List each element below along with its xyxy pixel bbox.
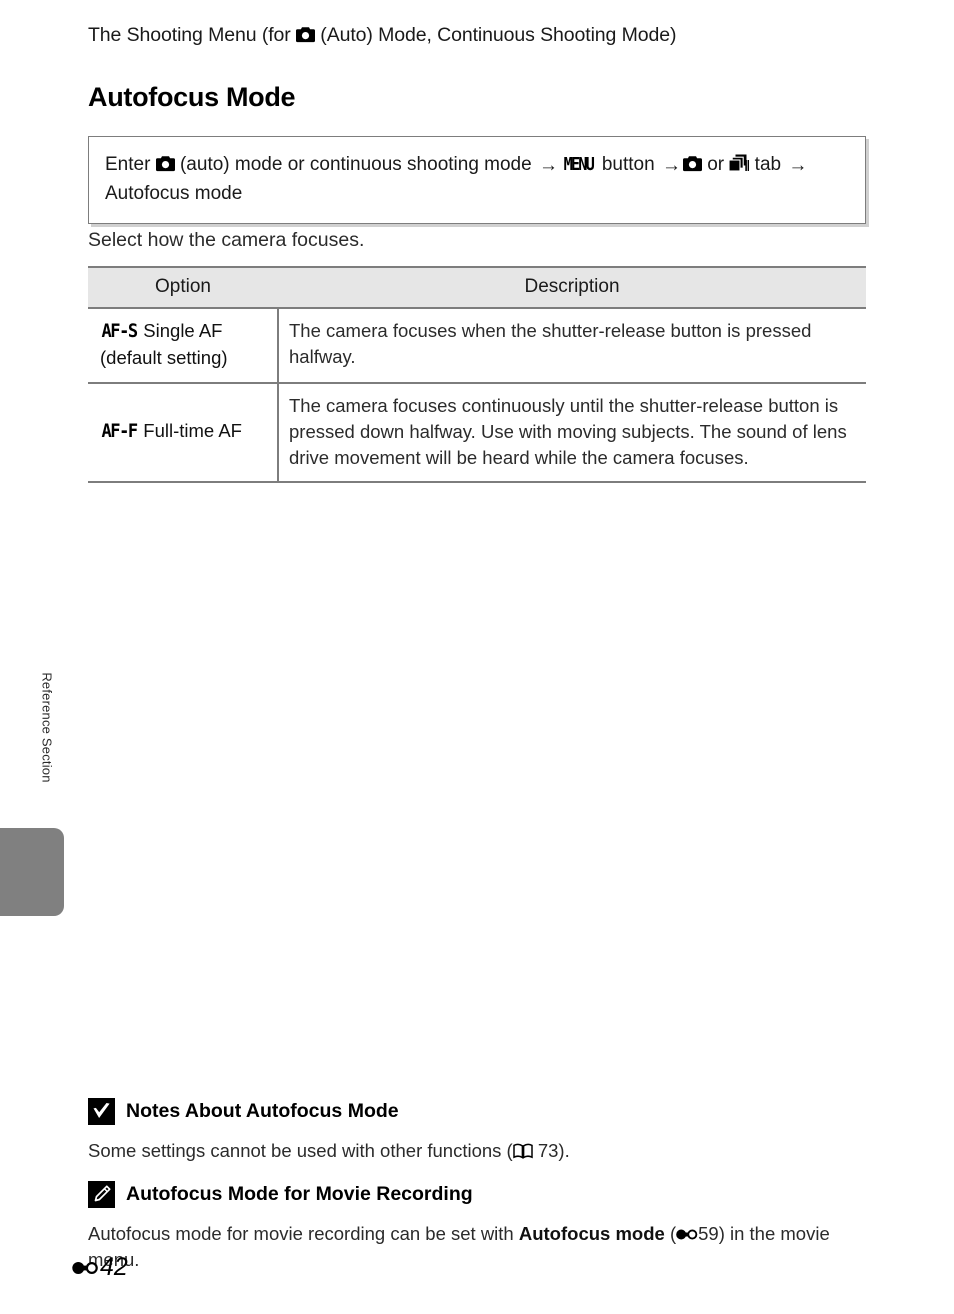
- e-reference-icon: [72, 1259, 99, 1277]
- nav-seg-2: (auto) mode or continuous shooting mode: [174, 154, 537, 175]
- page-footer: 42: [72, 1253, 128, 1282]
- option-label-line1: Full-time AF: [138, 420, 242, 442]
- side-section-label: Reference Section: [39, 672, 55, 783]
- column-header-option: Option: [88, 266, 278, 309]
- running-header-text-after: (Auto) Mode, Continuous Shooting Mode): [314, 24, 677, 46]
- af-f-glyph: AF-F: [101, 421, 139, 443]
- camera-auto-mode-icon: [682, 155, 702, 172]
- note-caution-block: Notes About Autofocus Mode Some settings…: [88, 1098, 878, 1164]
- camera-auto-mode-icon: [295, 26, 315, 43]
- nav-seg-3: button: [596, 154, 660, 175]
- intro-text: Select how the camera focuses.: [88, 229, 365, 251]
- nav-seg-1: Enter: [105, 154, 156, 175]
- table-row: AF-S Single AF (default setting) The cam…: [88, 308, 866, 384]
- description-cell-full-time-af: The camera focuses continuously until th…: [278, 382, 866, 484]
- note-body-before: Some settings cannot be used with other …: [88, 1140, 513, 1161]
- table-row: AF-F Full-time AF The camera focuses con…: [88, 382, 866, 484]
- running-header-text-before: The Shooting Menu (for: [88, 24, 296, 46]
- arrow-right-icon: →: [661, 155, 681, 176]
- e-reference-icon: [676, 1227, 698, 1242]
- autofocus-options-table: Option Description AF-S Single AF (defau…: [88, 266, 866, 484]
- note-title: Notes About Autofocus Mode: [126, 1100, 399, 1122]
- page-number: 42: [100, 1253, 128, 1281]
- table-header-row: Option Description: [88, 266, 866, 309]
- book-reference-icon: [512, 1143, 533, 1159]
- note-title: Autofocus Mode for Movie Recording: [126, 1183, 473, 1205]
- arrow-right-icon: →: [538, 155, 558, 176]
- running-header: The Shooting Menu (for (Auto) Mode, Cont…: [88, 24, 878, 47]
- caution-check-icon: [88, 1098, 115, 1125]
- side-section-tab: [0, 828, 64, 916]
- note-heading: Notes About Autofocus Mode: [88, 1098, 878, 1125]
- pencil-note-icon: [88, 1181, 115, 1208]
- note-body-before: Autofocus mode for movie recording can b…: [88, 1223, 519, 1244]
- continuous-shooting-icon: [729, 154, 750, 172]
- camera-auto-mode-icon: [155, 155, 175, 172]
- note-info-block: Autofocus Mode for Movie Recording Autof…: [88, 1181, 878, 1273]
- description-cell-single-af: The camera focuses when the shutter-rele…: [278, 308, 866, 384]
- arrow-right-icon: →: [788, 155, 808, 176]
- note-body-after: 73).: [532, 1140, 570, 1161]
- note-body: Some settings cannot be used with other …: [88, 1138, 878, 1164]
- note-body-mid: (: [664, 1223, 677, 1244]
- option-cell-full-time-af: AF-F Full-time AF: [88, 382, 279, 484]
- nav-seg-5: tab: [749, 154, 787, 175]
- page-title: Autofocus Mode: [88, 82, 296, 112]
- note-body: Autofocus mode for movie recording can b…: [88, 1221, 878, 1273]
- option-label-line2: (default setting): [100, 347, 228, 369]
- option-label-line1: Single AF: [138, 320, 223, 341]
- nav-seg-6: Autofocus mode: [105, 182, 243, 204]
- af-s-glyph: AF-S: [101, 321, 139, 342]
- note-body-bold: Autofocus mode: [518, 1223, 665, 1244]
- navigation-path-box: Enter (auto) mode or continuous shooting…: [88, 136, 866, 225]
- option-cell-single-af: AF-S Single AF (default setting): [88, 308, 279, 384]
- nav-seg-4: or: [701, 154, 730, 175]
- note-heading: Autofocus Mode for Movie Recording: [88, 1181, 878, 1208]
- menu-button-glyph: MENU: [563, 154, 595, 175]
- column-header-description: Description: [278, 266, 866, 309]
